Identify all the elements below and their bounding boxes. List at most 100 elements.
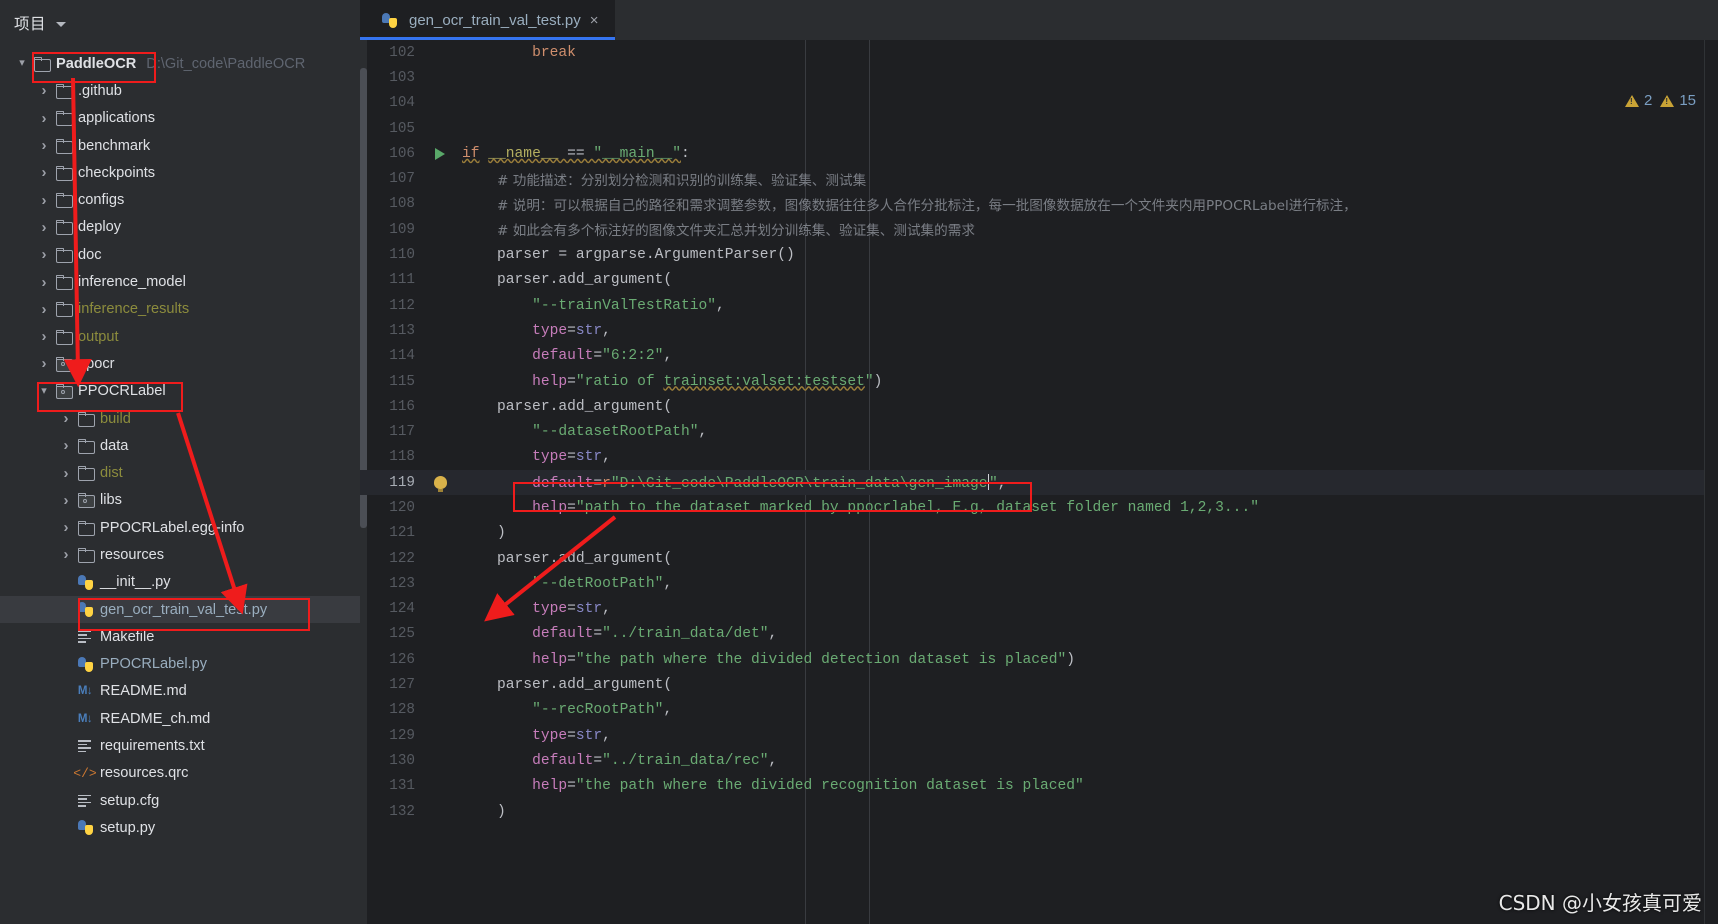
- close-icon[interactable]: ×: [590, 13, 599, 28]
- code-line-102[interactable]: 102 break: [360, 40, 1718, 65]
- chevron-collapsed-icon[interactable]: [36, 193, 52, 208]
- tree-row-ppocrlabel-py[interactable]: PPOCRLabel.py: [0, 651, 360, 678]
- tree-item-label: requirements.txt: [100, 738, 205, 755]
- code-line-132[interactable]: 132 ): [360, 799, 1718, 824]
- lightbulb-icon[interactable]: [426, 476, 454, 493]
- code-line-117[interactable]: 117 "--datasetRootPath",: [360, 419, 1718, 444]
- line-number: 117: [389, 424, 415, 441]
- chevron-expanded-icon[interactable]: [36, 386, 52, 397]
- tree-row-dist[interactable]: dist: [0, 459, 360, 486]
- chevron-collapsed-icon[interactable]: [36, 247, 52, 262]
- tab-gen-ocr-train-val-test[interactable]: gen_ocr_train_val_test.py ×: [360, 0, 615, 40]
- chevron-collapsed-icon[interactable]: [58, 411, 74, 426]
- python-icon: [74, 656, 96, 672]
- chevron-collapsed-icon[interactable]: [36, 111, 52, 126]
- chevron-down-icon[interactable]: [56, 21, 67, 27]
- tree-row-root[interactable]: PaddleOCR D:\Git_code\PaddleOCR: [0, 50, 360, 77]
- tree-row-resources-qrc[interactable]: </> resources.qrc: [0, 760, 360, 787]
- code-line-110[interactable]: 110 parser = argparse.ArgumentParser(): [360, 242, 1718, 267]
- chevron-collapsed-icon[interactable]: [36, 329, 52, 344]
- chevron-collapsed-icon[interactable]: [36, 165, 52, 180]
- code-line-105[interactable]: 105: [360, 116, 1718, 141]
- chevron-collapsed-icon[interactable]: [36, 302, 52, 317]
- tree-row-ppocrlabel-egg-info[interactable]: PPOCRLabel.egg-info: [0, 514, 360, 541]
- tree-row-gen-ocr-train-val-test-py[interactable]: gen_ocr_train_val_test.py: [0, 595, 360, 624]
- inspection-strip[interactable]: [1704, 40, 1718, 924]
- code-line-103[interactable]: 103: [360, 65, 1718, 90]
- text-file-icon: [74, 630, 96, 643]
- warning-group-2[interactable]: 15: [1660, 92, 1696, 109]
- code-line-118[interactable]: 118 type=str,: [360, 445, 1718, 470]
- code-line-121[interactable]: 121 ): [360, 521, 1718, 546]
- chevron-collapsed-icon[interactable]: [36, 275, 52, 290]
- tree-row-init-py[interactable]: __init__.py: [0, 569, 360, 596]
- code-line-114[interactable]: 114 default="6:2:2",: [360, 344, 1718, 369]
- code-viewport[interactable]: 2 15 102 break 103 104 105 106 if __name__ ==…: [360, 40, 1718, 924]
- line-number: 108: [389, 196, 415, 213]
- chevron-expanded-icon[interactable]: [14, 58, 30, 69]
- code-line-120[interactable]: 120 help="path to the dataset marked by …: [360, 495, 1718, 520]
- project-panel-header[interactable]: 项目: [0, 0, 360, 46]
- tree-row-readme-md[interactable]: M↓ README.md: [0, 678, 360, 705]
- tree-row-build[interactable]: build: [0, 405, 360, 432]
- tree-row-makefile[interactable]: Makefile: [0, 623, 360, 650]
- chevron-collapsed-icon[interactable]: [36, 83, 52, 98]
- tree-row-configs[interactable]: configs: [0, 186, 360, 213]
- chevron-collapsed-icon[interactable]: [58, 466, 74, 481]
- tree-row-inference-results[interactable]: inference_results: [0, 296, 360, 323]
- folder-icon: [74, 466, 96, 482]
- tree-row-doc[interactable]: doc: [0, 241, 360, 268]
- chevron-collapsed-icon[interactable]: [36, 220, 52, 235]
- tree-row-output[interactable]: output: [0, 323, 360, 350]
- chevron-collapsed-icon[interactable]: [36, 138, 52, 153]
- chevron-collapsed-icon[interactable]: [58, 493, 74, 508]
- code-line-119[interactable]: 119 default=r"D:\Git_code\PaddleOCR\trai…: [360, 470, 1718, 496]
- warning-group-1[interactable]: 2: [1624, 92, 1652, 109]
- tree-row-github[interactable]: .github: [0, 77, 360, 104]
- code-line-126[interactable]: 126 help="the path where the divided det…: [360, 647, 1718, 672]
- tree-row-inference-model[interactable]: inference_model: [0, 268, 360, 295]
- tree-row-setup-cfg[interactable]: setup.cfg: [0, 787, 360, 814]
- folder-icon: [74, 520, 96, 536]
- code-line-115[interactable]: 115 help="ratio of trainset:valset:tests…: [360, 369, 1718, 394]
- code-line-123[interactable]: 123 "--detRootPath",: [360, 571, 1718, 596]
- code-line-131[interactable]: 131 help="the path where the divided rec…: [360, 774, 1718, 799]
- chevron-collapsed-icon[interactable]: [58, 547, 74, 562]
- code-line-109[interactable]: 109 # 如此会有多个标注好的图像文件夹汇总并划分训练集、验证集、测试集的需求: [360, 217, 1718, 242]
- code-line-125[interactable]: 125 default="../train_data/det",: [360, 622, 1718, 647]
- tree-row-deploy[interactable]: deploy: [0, 214, 360, 241]
- code-line-106[interactable]: 106 if __name__ == "__main__":: [360, 141, 1718, 166]
- chevron-collapsed-icon[interactable]: [58, 520, 74, 535]
- code-text: parser.add_argument(: [497, 550, 673, 567]
- tree-row-ppocrlabel[interactable]: PPOCRLabel: [0, 378, 360, 405]
- code-line-107[interactable]: 107 # 功能描述：分别划分检测和识别的训练集、验证集、测试集: [360, 166, 1718, 191]
- code-line-111[interactable]: 111 parser.add_argument(: [360, 268, 1718, 293]
- tree-row-requirements-txt[interactable]: requirements.txt: [0, 732, 360, 759]
- chevron-collapsed-icon[interactable]: [36, 356, 52, 371]
- code-line-127[interactable]: 127 parser.add_argument(: [360, 672, 1718, 697]
- tree-row-readme-ch-md[interactable]: M↓ README_ch.md: [0, 705, 360, 732]
- code-line-124[interactable]: 124 type=str,: [360, 597, 1718, 622]
- code-line-130[interactable]: 130 default="../train_data/rec",: [360, 748, 1718, 773]
- tree-row-benchmark[interactable]: benchmark: [0, 132, 360, 159]
- code-line-104[interactable]: 104: [360, 91, 1718, 116]
- inspection-widget[interactable]: 2 15: [1624, 92, 1696, 109]
- code-line-116[interactable]: 116 parser.add_argument(: [360, 394, 1718, 419]
- tree-row-resources[interactable]: resources: [0, 541, 360, 568]
- tree-item-label: resources.qrc: [100, 765, 189, 782]
- code-line-128[interactable]: 128 "--recRootPath",: [360, 698, 1718, 723]
- code-line-113[interactable]: 113 type=str,: [360, 318, 1718, 343]
- code-line-122[interactable]: 122 parser.add_argument(: [360, 546, 1718, 571]
- line-number: 104: [389, 95, 415, 112]
- code-line-108[interactable]: 108 # 说明：可以根据自己的路径和需求调整参数，图像数据往往多人合作分批标注…: [360, 192, 1718, 217]
- tree-row-applications[interactable]: applications: [0, 105, 360, 132]
- tree-row-data[interactable]: data: [0, 432, 360, 459]
- chevron-collapsed-icon[interactable]: [58, 438, 74, 453]
- code-line-112[interactable]: 112 "--trainValTestRatio",: [360, 293, 1718, 318]
- tree-row-setup-py[interactable]: setup.py: [0, 814, 360, 841]
- code-line-129[interactable]: 129 type=str,: [360, 723, 1718, 748]
- tree-row-checkpoints[interactable]: checkpoints: [0, 159, 360, 186]
- tree-row-ppocr[interactable]: ppocr: [0, 350, 360, 377]
- tree-row-libs[interactable]: libs: [0, 487, 360, 514]
- run-icon[interactable]: [426, 147, 454, 160]
